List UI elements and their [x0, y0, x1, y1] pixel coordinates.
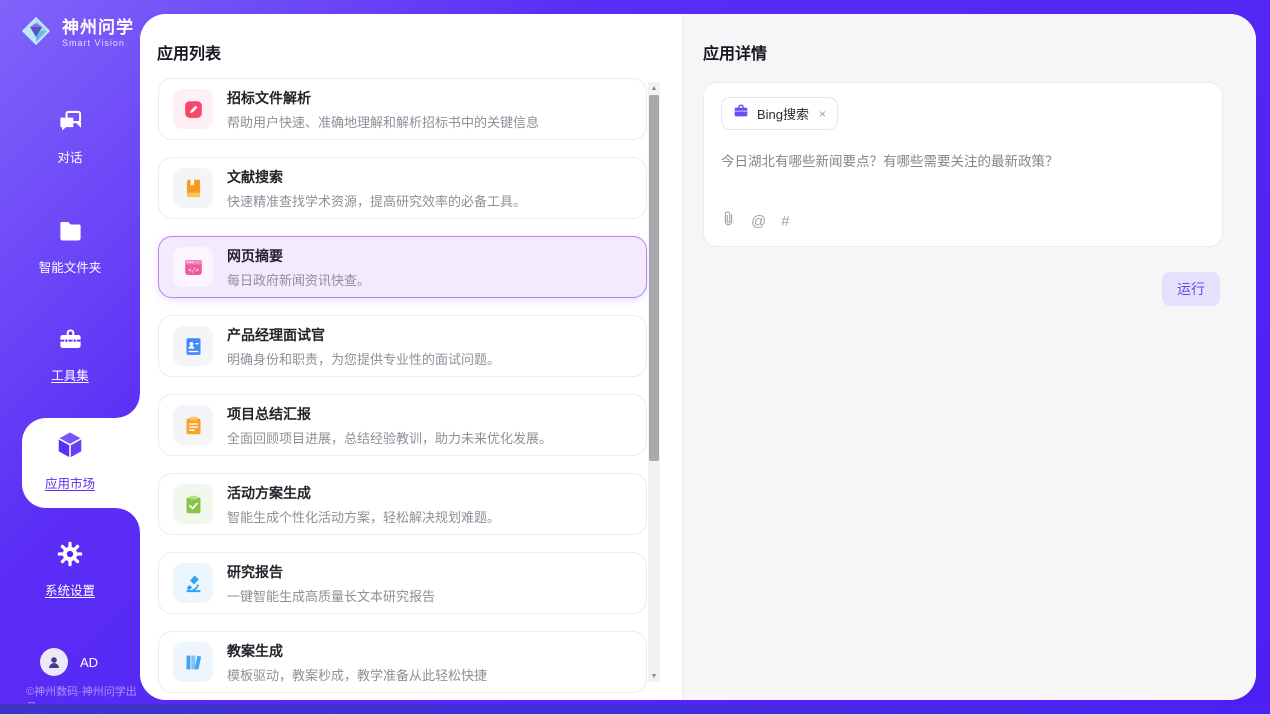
- tool-tag-label: Bing搜索: [757, 104, 809, 123]
- app-card-desc: 帮助用户快速、准确地理解和解析招标书中的关键信息: [227, 112, 539, 131]
- sidebar-item-label: 智能文件夹: [39, 257, 102, 276]
- app-card-desc: 快速精准查找学术资源，提高研究效率的必备工具。: [227, 191, 526, 210]
- app-card-name: 网页摘要: [227, 246, 370, 266]
- sidebar-item-app-market[interactable]: 应用市场: [0, 428, 140, 492]
- toolbox-icon: [57, 326, 84, 358]
- briefcase-icon: [733, 103, 749, 124]
- app-card-name: 教案生成: [227, 641, 487, 661]
- bottom-edge-bar: [0, 704, 1270, 714]
- close-icon[interactable]: ×: [819, 107, 826, 121]
- query-text[interactable]: 今日湖北有哪些新闻要点？有哪些需要关注的最新政策？: [721, 150, 1205, 170]
- sidebar-item-settings[interactable]: 系统设置: [0, 540, 140, 599]
- input-icon-row: @ #: [721, 210, 1205, 232]
- app-detail-panel: 应用详情 Bing搜索 × 今日湖北有哪些新闻要点？有哪些需要关注的最新政策？: [682, 14, 1256, 700]
- app-detail-card: Bing搜索 × 今日湖北有哪些新闻要点？有哪些需要关注的最新政策？ @ #: [703, 82, 1223, 247]
- main-content: 应用列表 招标文件解析 帮助用户快速、准确地理解和解析招标书中的关键信息: [140, 14, 1256, 700]
- app-card-name: 招标文件解析: [227, 88, 539, 108]
- gear-icon: [56, 540, 84, 573]
- tool-tag-bing-search[interactable]: Bing搜索 ×: [721, 97, 838, 130]
- user-row[interactable]: AD: [40, 648, 98, 676]
- clipboard-check-icon: [173, 484, 213, 524]
- browser-code-icon: </>: [173, 247, 213, 287]
- sidebar-item-smart-folder[interactable]: 智能文件夹: [0, 218, 140, 276]
- app-card-name: 产品经理面试官: [227, 325, 500, 345]
- app-frame: 神州问学 Smart Vision 对话 智能文件夹: [0, 0, 1270, 712]
- sidebar-item-label: 系统设置: [45, 580, 95, 599]
- sidebar-item-label: 工具集: [51, 365, 89, 384]
- svg-text:</>: </>: [187, 266, 198, 273]
- cube-icon: [53, 428, 87, 467]
- app-detail-title: 应用详情: [683, 14, 1256, 78]
- book-icon: [173, 168, 213, 208]
- app-card-desc: 全面回顾项目进展，总结经验教训，助力未来优化发展。: [227, 428, 552, 447]
- app-card-web-summary[interactable]: </> 网页摘要 每日政府新闻资讯快查。: [158, 236, 647, 298]
- attachment-icon[interactable]: [721, 210, 736, 232]
- scrollbar-down-button[interactable]: ▼: [648, 670, 660, 682]
- app-card-bid-parse[interactable]: 招标文件解析 帮助用户快速、准确地理解和解析招标书中的关键信息: [158, 78, 647, 140]
- clipboard-icon: [173, 405, 213, 445]
- app-card-name: 文献搜索: [227, 167, 526, 187]
- run-button[interactable]: 运行: [1162, 272, 1220, 306]
- scrollbar-thumb[interactable]: [649, 95, 659, 461]
- app-card-desc: 智能生成个性化活动方案，轻松解决规划难题。: [227, 507, 500, 526]
- app-list-title: 应用列表: [140, 14, 682, 78]
- app-card-research-report[interactable]: 研究报告 一键智能生成高质量长文本研究报告: [158, 552, 647, 614]
- avatar[interactable]: [40, 648, 68, 676]
- app-card-desc: 模板驱动，教案秒成，教学准备从此轻松快捷: [227, 665, 487, 684]
- app-card-lesson-plan[interactable]: 教案生成 模板驱动，教案秒成，教学准备从此轻松快捷: [158, 631, 647, 693]
- chat-icon: [57, 108, 84, 140]
- logo-subtitle: Smart Vision: [62, 38, 134, 48]
- logo-title: 神州问学: [62, 19, 134, 38]
- app-card-desc: 明确身份和职责，为您提供专业性的面试问题。: [227, 349, 500, 368]
- resume-icon: [173, 326, 213, 366]
- app-card-literature-search[interactable]: 文献搜索 快速精准查找学术资源，提高研究效率的必备工具。: [158, 157, 647, 219]
- folder-icon: [57, 218, 84, 250]
- app-card-desc: 每日政府新闻资讯快查。: [227, 270, 370, 289]
- diamond-logo-icon: [18, 13, 54, 54]
- app-card-pm-interviewer[interactable]: 产品经理面试官 明确身份和职责，为您提供专业性的面试问题。: [158, 315, 647, 377]
- person-icon: [46, 654, 62, 670]
- app-card-project-summary[interactable]: 项目总结汇报 全面回顾项目进展，总结经验教训，助力未来优化发展。: [158, 394, 647, 456]
- app-card-list: 招标文件解析 帮助用户快速、准确地理解和解析招标书中的关键信息 文献搜索: [140, 78, 682, 693]
- scrollbar-up-button[interactable]: ▲: [648, 82, 660, 94]
- app-card-desc: 一键智能生成高质量长文本研究报告: [227, 586, 435, 605]
- app-card-name: 研究报告: [227, 562, 435, 582]
- sidebar-item-label: 应用市场: [45, 473, 95, 492]
- books-icon: [173, 642, 213, 682]
- app-card-name: 项目总结汇报: [227, 404, 552, 424]
- user-name: AD: [80, 655, 98, 670]
- sidebar-item-chat[interactable]: 对话: [0, 108, 140, 166]
- hash-icon[interactable]: #: [781, 213, 789, 230]
- mention-icon[interactable]: @: [751, 213, 766, 230]
- app-list-panel: 应用列表 招标文件解析 帮助用户快速、准确地理解和解析招标书中的关键信息: [140, 14, 682, 700]
- sidebar-item-label: 对话: [57, 147, 82, 166]
- app-card-event-plan[interactable]: 活动方案生成 智能生成个性化活动方案，轻松解决规划难题。: [158, 473, 647, 535]
- pen-square-icon: [173, 89, 213, 129]
- logo: 神州问学 Smart Vision: [18, 13, 134, 54]
- list-scrollbar[interactable]: ▲ ▼: [648, 82, 660, 682]
- app-card-name: 活动方案生成: [227, 483, 500, 503]
- sidebar-item-toolset[interactable]: 工具集: [0, 326, 140, 384]
- sidebar: 神州问学 Smart Vision 对话 智能文件夹: [0, 0, 140, 712]
- microscope-icon: [173, 563, 213, 603]
